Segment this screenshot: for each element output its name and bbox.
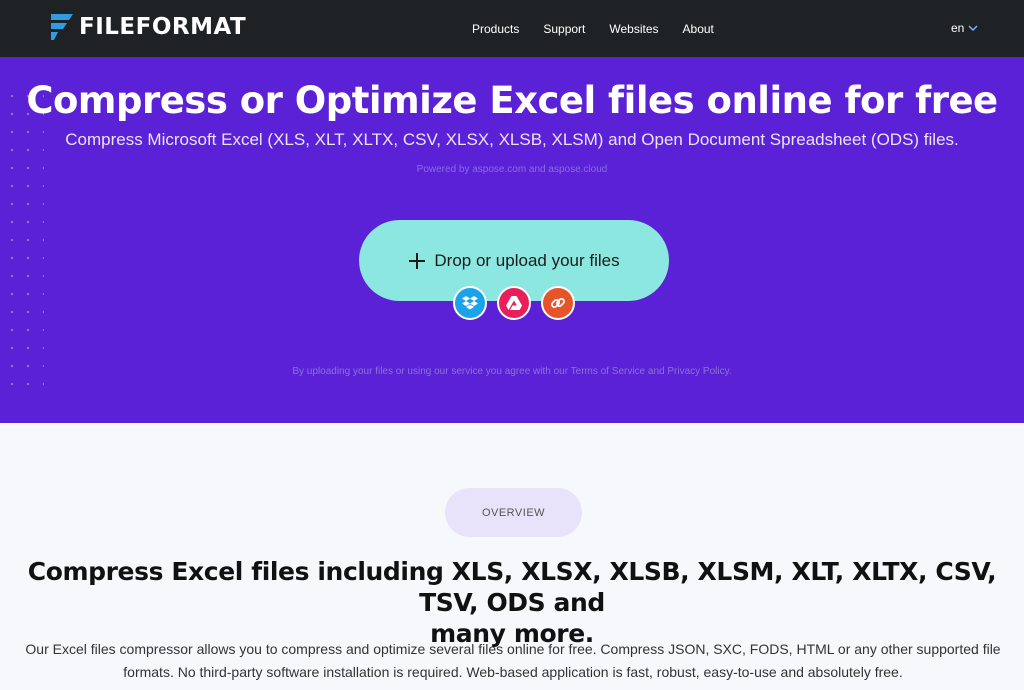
- page-subtitle: Compress Microsoft Excel (XLS, XLT, XLTX…: [65, 130, 959, 149]
- page-title: Compress or Optimize Excel files online …: [26, 79, 998, 122]
- top-navbar: FILEFORMAT Products Support Websites Abo…: [0, 0, 1024, 57]
- main-menu: Products Support Websites About: [472, 0, 738, 57]
- fileformat-logo[interactable]: FILEFORMAT: [51, 13, 246, 41]
- overview-badge: OVERVIEW: [445, 488, 582, 537]
- dropbox-button[interactable]: [453, 286, 487, 320]
- plus-icon: [409, 252, 426, 269]
- language-selector[interactable]: en: [951, 21, 978, 35]
- terms-notice: By uploading your files or using our ser…: [292, 366, 732, 377]
- nav-about[interactable]: About: [683, 22, 714, 36]
- google-drive-button[interactable]: [497, 286, 531, 320]
- overview-description: Our Excel files compressor allows you to…: [8, 638, 1018, 684]
- url-link-button[interactable]: [541, 286, 575, 320]
- nav-support[interactable]: Support: [543, 22, 585, 36]
- overview-text-line2: formats. No third-party software install…: [123, 664, 903, 680]
- overview-title-line1: Compress Excel files including XLS, XLSX…: [27, 557, 997, 617]
- upload-label: Drop or upload your files: [434, 250, 620, 270]
- language-label: en: [951, 21, 965, 35]
- link-icon: [551, 298, 565, 308]
- fileformat-logo-icon: [51, 14, 73, 40]
- nav-websites[interactable]: Websites: [609, 22, 658, 36]
- chevron-down-icon: [968, 25, 978, 31]
- overview-title: Compress Excel files including XLS, XLSX…: [0, 556, 1024, 649]
- nav-products[interactable]: Products: [472, 22, 519, 36]
- google-drive-icon: [506, 296, 522, 310]
- powered-by-text: Powered by aspose.com and aspose.cloud: [416, 164, 608, 175]
- dropbox-icon: [462, 296, 478, 310]
- hero-section: Compress or Optimize Excel files online …: [0, 57, 1024, 423]
- logo-text: FILEFORMAT: [79, 14, 247, 40]
- overview-text-line1: Our Excel files compressor allows you to…: [25, 641, 1001, 657]
